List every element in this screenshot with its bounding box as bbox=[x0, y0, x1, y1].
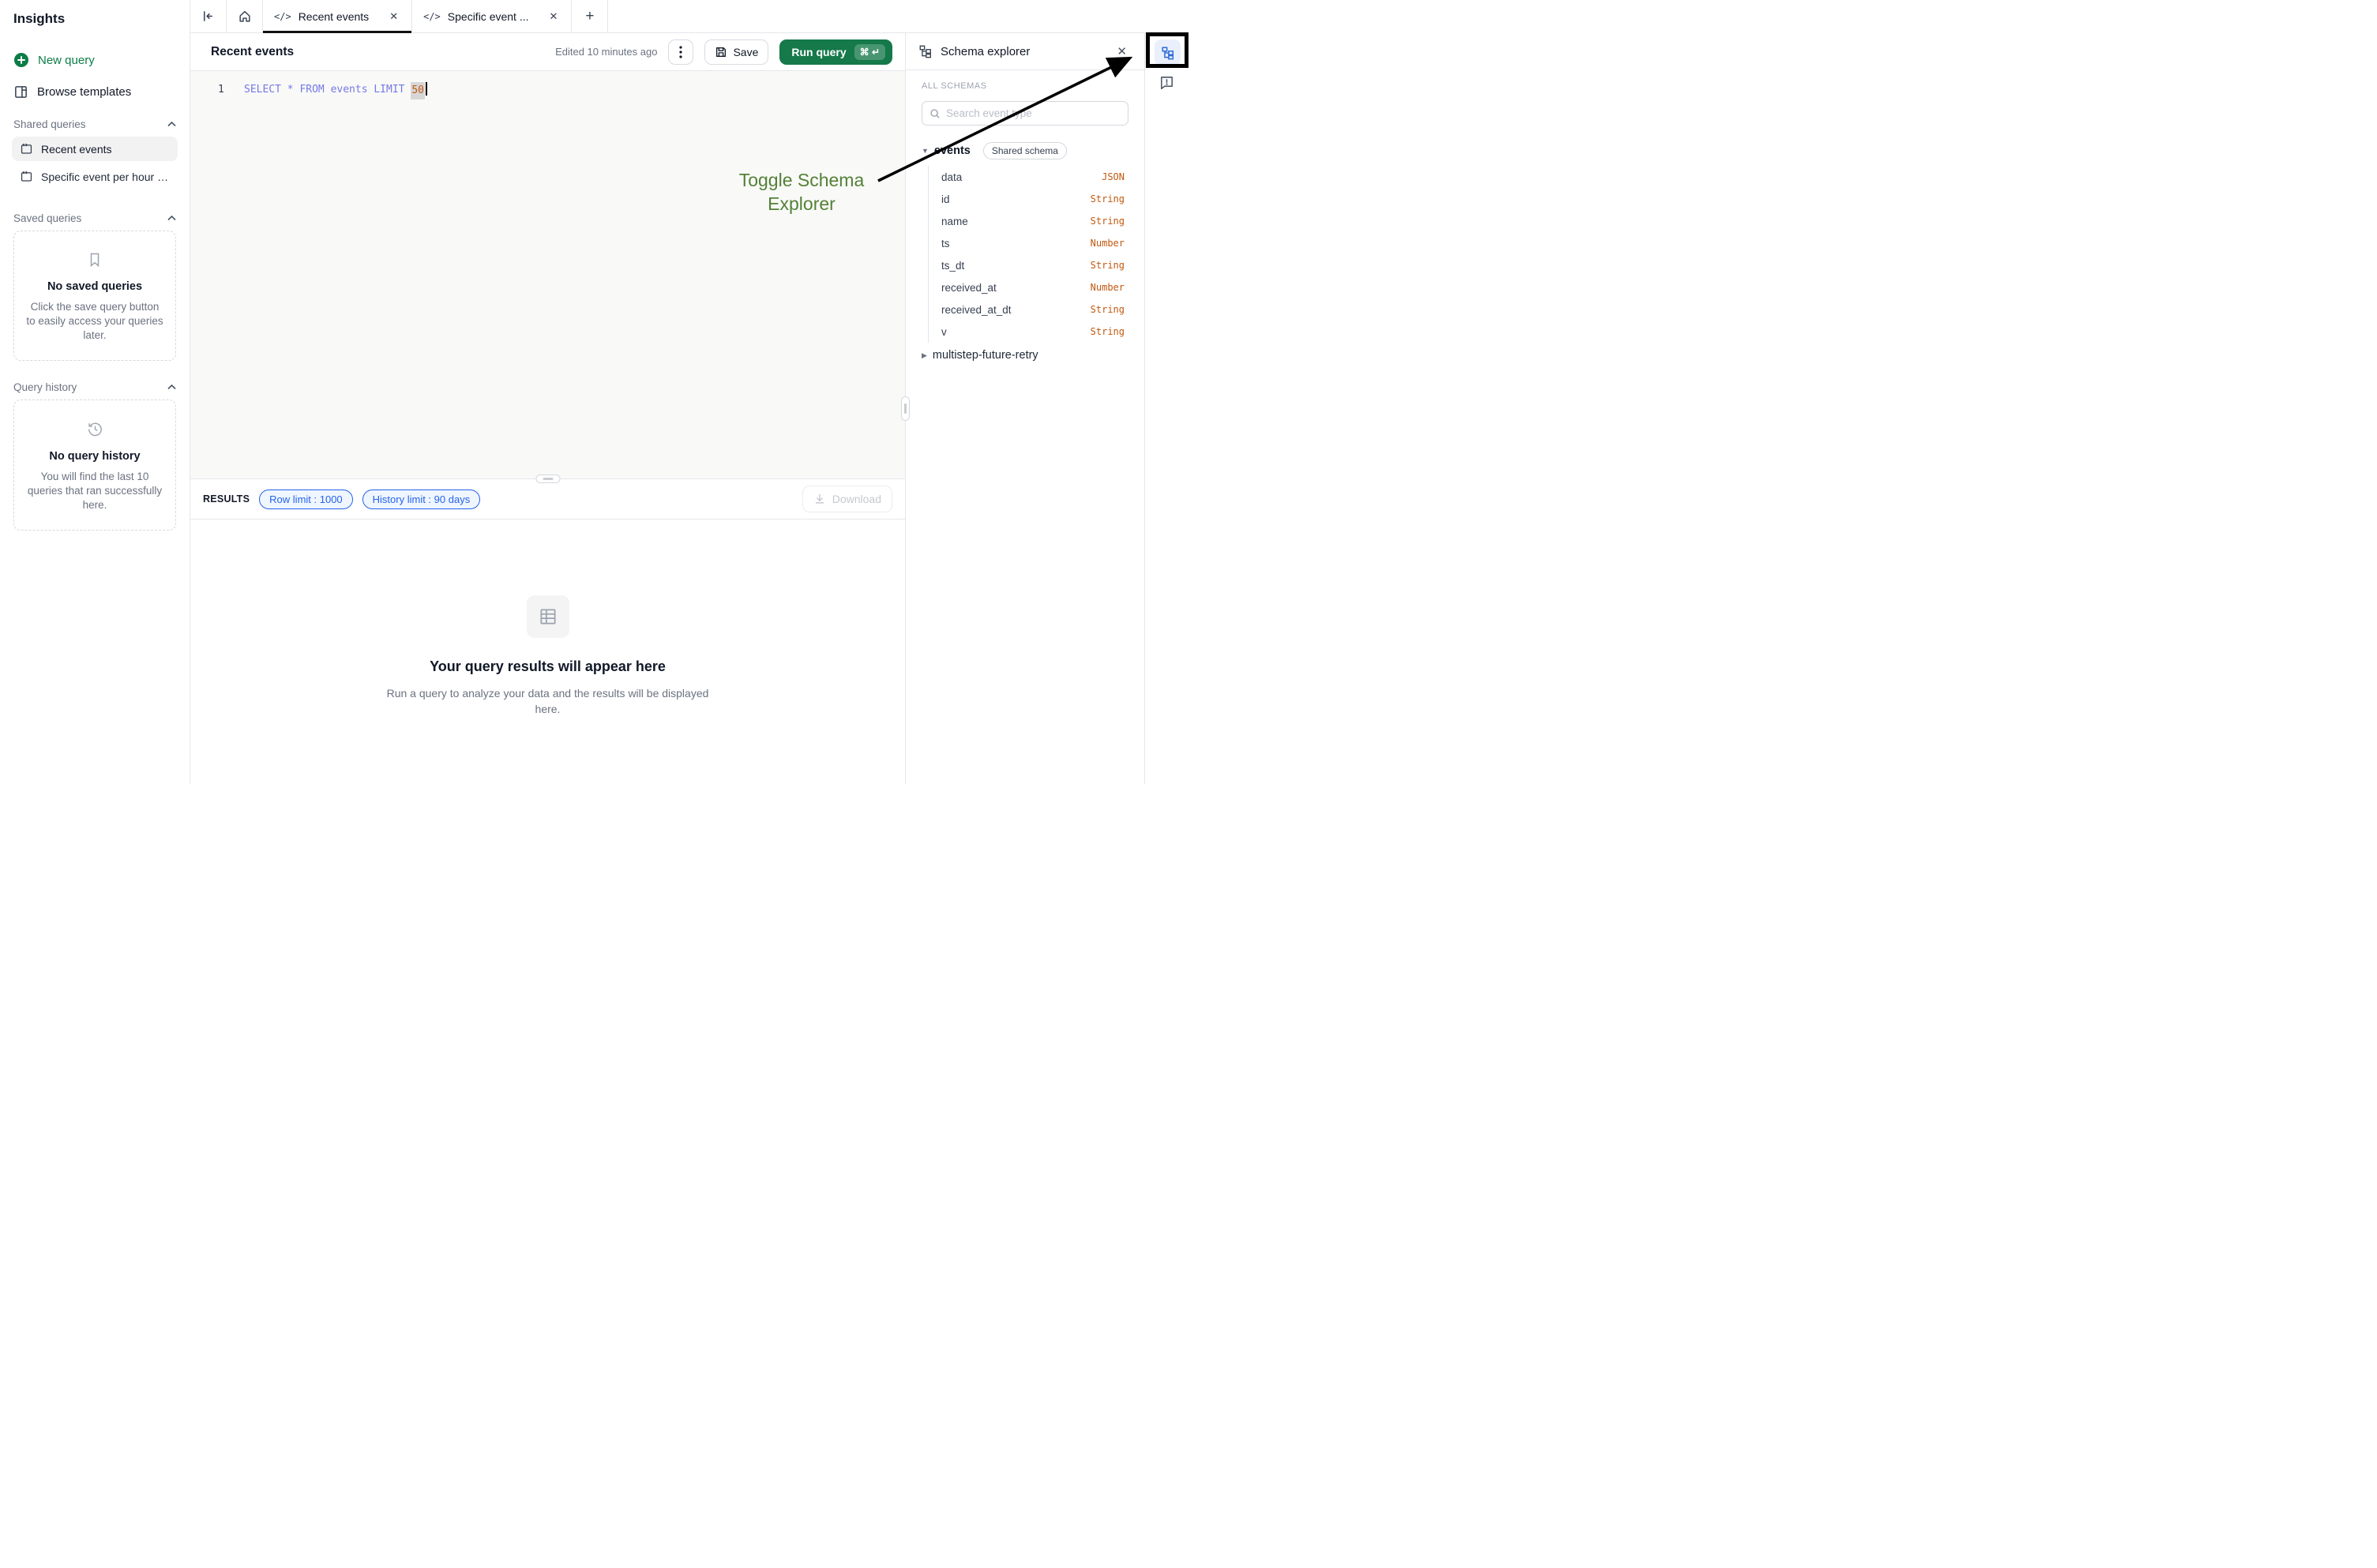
empty-results-title: Your query results will appear here bbox=[430, 658, 666, 675]
schema-field-row[interactable]: ts Number bbox=[941, 232, 1125, 254]
row-limit-pill[interactable]: Row limit : 1000 bbox=[259, 490, 352, 509]
schema-field-row[interactable]: v String bbox=[941, 321, 1125, 343]
search-input[interactable] bbox=[946, 107, 1121, 119]
page-title: Insights bbox=[13, 11, 176, 27]
chevron-up-icon bbox=[167, 122, 176, 127]
code-tab-icon: </> bbox=[423, 11, 441, 22]
results-empty-state: Your query results will appear here Run … bbox=[190, 520, 905, 783]
kebab-icon bbox=[679, 46, 682, 58]
run-query-button[interactable]: Run query ⌘ ↵ bbox=[779, 39, 892, 65]
edited-timestamp: Edited 10 minutes ago bbox=[555, 46, 657, 58]
save-icon bbox=[715, 46, 727, 58]
schema-field-row[interactable]: id String bbox=[941, 188, 1125, 210]
schema-field-row[interactable]: data JSON bbox=[941, 166, 1125, 188]
plus-circle-icon bbox=[13, 52, 29, 68]
sidebar: Insights New query Browse templates Shar… bbox=[0, 0, 190, 784]
table-icon-tile bbox=[527, 595, 569, 638]
bookmark-icon bbox=[25, 252, 164, 268]
caret-down-icon: ▼ bbox=[922, 147, 929, 155]
home-icon bbox=[238, 9, 252, 24]
schema-tree-icon bbox=[918, 44, 933, 58]
shared-schema-badge: Shared schema bbox=[983, 142, 1067, 159]
saved-queries-empty-state: No saved queries Click the save query bu… bbox=[13, 231, 176, 361]
table-icon bbox=[538, 606, 558, 627]
schema-fields-list: data JSON id String name String ts Numbe… bbox=[928, 166, 1125, 343]
editor-header: Recent events Edited 10 minutes ago Save… bbox=[190, 33, 905, 71]
schema-field-row[interactable]: received_at_dt String bbox=[941, 298, 1125, 321]
query-icon bbox=[20, 170, 33, 183]
tab-recent-events[interactable]: </> Recent events ✕ bbox=[263, 0, 412, 32]
query-icon bbox=[20, 142, 33, 156]
feedback-icon bbox=[1158, 74, 1175, 91]
sql-code: SELECT * FROM events LIMIT bbox=[244, 82, 411, 99]
browse-templates-button[interactable]: Browse templates bbox=[13, 82, 176, 101]
tab-specific-event[interactable]: </> Specific event ... ✕ bbox=[412, 0, 572, 32]
close-tab-icon[interactable]: ✕ bbox=[547, 9, 561, 24]
results-toolbar: RESULTS Row limit : 1000 History limit :… bbox=[190, 479, 905, 520]
new-query-button[interactable]: New query bbox=[13, 51, 176, 69]
schema-field-row[interactable]: ts_dt String bbox=[941, 254, 1125, 276]
new-tab-button[interactable]: + bbox=[572, 0, 608, 32]
toggle-schema-explorer-button[interactable] bbox=[1155, 39, 1181, 66]
code-line: 1SELECT * FROM events LIMIT 50 bbox=[190, 71, 905, 99]
all-schemas-label: ALL SCHEMAS bbox=[922, 81, 1128, 91]
home-button[interactable] bbox=[227, 0, 263, 32]
empty-results-body: Run a query to analyze your data and the… bbox=[382, 685, 714, 717]
collapse-sidebar-button[interactable] bbox=[190, 0, 227, 32]
shared-queries-section-header[interactable]: Shared queries bbox=[13, 118, 176, 130]
schema-search-box[interactable] bbox=[922, 101, 1128, 126]
sql-selected-number: 50 bbox=[411, 82, 425, 99]
results-resize-handle[interactable] bbox=[535, 475, 560, 483]
schema-tree-icon bbox=[1161, 46, 1175, 60]
panel-resize-handle[interactable] bbox=[901, 396, 910, 421]
sidebar-item-recent-events[interactable]: Recent events bbox=[12, 137, 178, 161]
run-query-shortcut: ⌘ ↵ bbox=[854, 44, 885, 60]
collapse-left-icon bbox=[201, 9, 215, 23]
history-limit-pill[interactable]: History limit : 90 days bbox=[362, 490, 481, 509]
close-tab-icon[interactable]: ✕ bbox=[387, 9, 400, 24]
more-options-button[interactable] bbox=[668, 39, 693, 65]
query-title: Recent events bbox=[211, 45, 294, 59]
plus-icon: + bbox=[585, 8, 594, 25]
download-icon bbox=[813, 493, 826, 505]
download-button[interactable]: Download bbox=[802, 486, 892, 512]
query-editor-pane: Recent events Edited 10 minutes ago Save… bbox=[190, 33, 905, 784]
schema-explorer-header: Schema explorer ✕ bbox=[906, 33, 1144, 70]
close-schema-panel-icon[interactable]: ✕ bbox=[1113, 43, 1130, 60]
caret-right-icon: ▶ bbox=[922, 351, 927, 360]
templates-icon bbox=[13, 84, 28, 99]
chevron-up-icon bbox=[167, 216, 176, 221]
save-button[interactable]: Save bbox=[704, 39, 768, 65]
schema-explorer-panel: Schema explorer ✕ ALL SCHEMAS ▼ events S… bbox=[905, 33, 1144, 784]
right-toolbar bbox=[1144, 33, 1188, 784]
chevron-up-icon bbox=[167, 384, 176, 390]
tab-strip: </> Recent events ✕ </> Specific event .… bbox=[190, 0, 1188, 33]
query-history-empty-state: No query history You will find the last … bbox=[13, 400, 176, 531]
schema-event-events[interactable]: ▼ events Shared schema bbox=[922, 142, 1128, 159]
search-icon bbox=[929, 108, 941, 119]
saved-queries-section-header[interactable]: Saved queries bbox=[13, 212, 176, 224]
results-label: RESULTS bbox=[203, 493, 250, 505]
query-history-section-header[interactable]: Query history bbox=[13, 381, 176, 393]
line-number: 1 bbox=[190, 82, 244, 99]
history-icon bbox=[25, 421, 164, 437]
schema-event-multistep[interactable]: ▶ multistep-future-retry bbox=[922, 349, 1128, 362]
sidebar-item-specific-event[interactable]: Specific event per hour (... bbox=[12, 164, 178, 189]
schema-field-row[interactable]: name String bbox=[941, 210, 1125, 232]
code-tab-icon: </> bbox=[274, 11, 291, 22]
text-cursor bbox=[426, 82, 427, 96]
schema-field-row[interactable]: received_at Number bbox=[941, 276, 1125, 298]
schema-explorer-title: Schema explorer bbox=[941, 45, 1106, 58]
feedback-button[interactable] bbox=[1158, 74, 1175, 91]
sql-editor[interactable]: 1SELECT * FROM events LIMIT 50 bbox=[190, 71, 905, 479]
